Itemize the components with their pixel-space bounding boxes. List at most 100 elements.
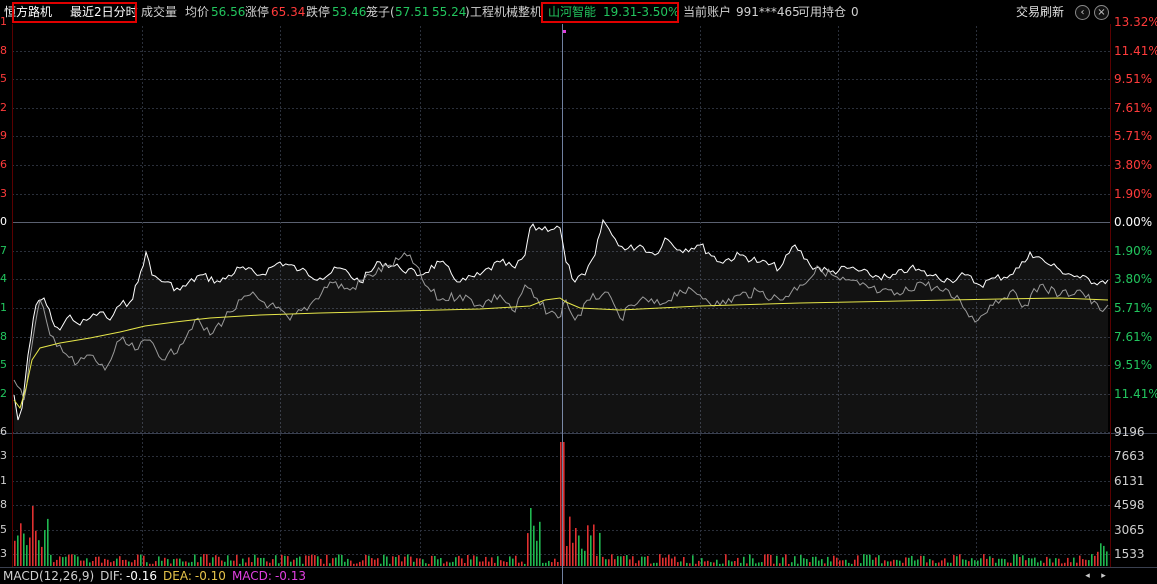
volume-bar	[695, 563, 697, 566]
volume-bar	[638, 560, 640, 566]
sector-label[interactable]: 工程机械整机	[470, 4, 542, 20]
volume-bar	[401, 561, 403, 566]
volume-bar	[791, 562, 793, 566]
volume-bar	[869, 554, 871, 566]
volume-bar	[242, 558, 244, 566]
volume-bar	[263, 557, 265, 566]
volume-bar	[1073, 557, 1075, 566]
volume-bar	[566, 546, 568, 566]
volume-bar	[17, 535, 19, 566]
nav-right-icon[interactable]: ▸	[1098, 571, 1109, 582]
volume-bar	[386, 556, 388, 566]
price-area	[14, 220, 1108, 432]
volume-bar	[773, 563, 775, 566]
volume-bar	[734, 561, 736, 566]
volume-bar	[1010, 562, 1012, 566]
volume-axis-left-label: 6	[0, 425, 7, 438]
volume-bar	[383, 554, 385, 566]
volume-bar	[500, 560, 502, 566]
volume-axis-left-label: 3	[0, 449, 7, 463]
volume-axis-right-label: 7663	[1114, 449, 1145, 464]
macd-label[interactable]: MACD(12,26,9)	[3, 569, 94, 583]
volume-bar	[377, 558, 379, 566]
volume-bar	[563, 442, 565, 566]
volume-bar	[854, 559, 856, 566]
volume-bar	[746, 563, 748, 566]
dif-label: DIF:	[100, 569, 123, 583]
intraday-chart[interactable]	[0, 0, 1157, 584]
volume-bar	[221, 560, 223, 566]
volume-bar	[578, 535, 580, 566]
volume-bar	[905, 557, 907, 566]
volume-bar	[827, 556, 829, 566]
volume-bar	[197, 562, 199, 566]
volume-bar	[950, 562, 952, 566]
volume-bar	[185, 561, 187, 566]
volume-bar	[86, 558, 88, 566]
price-axis-right-label: 1.90%	[1114, 186, 1153, 201]
volume-bar	[728, 560, 730, 566]
volume-bar	[986, 558, 988, 566]
volume-bar	[539, 521, 541, 566]
volume-bar	[434, 556, 436, 566]
volume-bar	[902, 562, 904, 566]
volume-bar	[983, 554, 985, 566]
volume-bar	[1004, 559, 1006, 566]
volume-bar	[212, 557, 214, 566]
volume-bar	[653, 562, 655, 566]
nav-left-icon[interactable]: ◂	[1082, 571, 1093, 582]
volume-bar	[1085, 559, 1087, 566]
volume-bar	[338, 554, 340, 566]
volume-bar	[260, 558, 262, 566]
volume-bar	[974, 560, 976, 566]
volume-bar	[314, 555, 316, 566]
volume-bar	[890, 561, 892, 566]
volume-bar	[467, 555, 469, 566]
volume-bar	[146, 562, 148, 566]
price-axis-left-label: 8	[0, 329, 7, 343]
price-axis-right-label: 13.32%	[1114, 15, 1157, 29]
volume-bar	[554, 558, 556, 566]
volume-bar	[245, 562, 247, 566]
volume-bar	[464, 563, 466, 566]
volume-bar	[794, 556, 796, 566]
volume-bar	[446, 561, 448, 566]
volume-bar	[296, 557, 298, 566]
dea-value: -0.10	[194, 569, 226, 583]
prev-icon[interactable]: ‹	[1075, 5, 1090, 20]
volume-bar	[1067, 557, 1069, 566]
close-icon[interactable]: ×	[1094, 5, 1109, 20]
cage-low: 57.51	[395, 5, 430, 19]
price-axis-left-label: 2	[0, 100, 7, 114]
volume-bar	[320, 558, 322, 566]
volume-axis-left-label: 1	[0, 473, 7, 487]
volume-bar	[1103, 545, 1105, 566]
volume-bar	[515, 555, 517, 566]
volume-bar	[431, 555, 433, 566]
volume-bar	[896, 559, 898, 566]
volume-bar	[506, 562, 508, 566]
volume-bar	[836, 557, 838, 566]
volume-bar	[59, 556, 61, 566]
volume-bar	[239, 563, 241, 566]
volume-bar	[932, 560, 934, 566]
volume-bar	[182, 561, 184, 566]
volume-axis-right-label: 9196	[1114, 425, 1145, 439]
volume-bar	[443, 563, 445, 566]
volume-axis-right-label: 4598	[1114, 498, 1145, 513]
volume-bar	[542, 562, 544, 566]
volume-bar	[590, 535, 592, 566]
volume-bar	[224, 561, 226, 566]
volume-bar	[194, 554, 196, 566]
volume-bar	[596, 555, 598, 566]
volume-axis-left-label: 8	[0, 498, 7, 512]
volume-bar	[188, 562, 190, 566]
volume-bar	[602, 556, 604, 566]
volume-bar	[626, 555, 628, 566]
volume-bar	[257, 557, 259, 566]
trade-refresh-button[interactable]: 交易刷新	[1016, 4, 1064, 20]
volume-bar	[1094, 555, 1096, 566]
volume-bar	[575, 528, 577, 566]
volume-bar	[428, 563, 430, 566]
volume-bar	[230, 560, 232, 566]
